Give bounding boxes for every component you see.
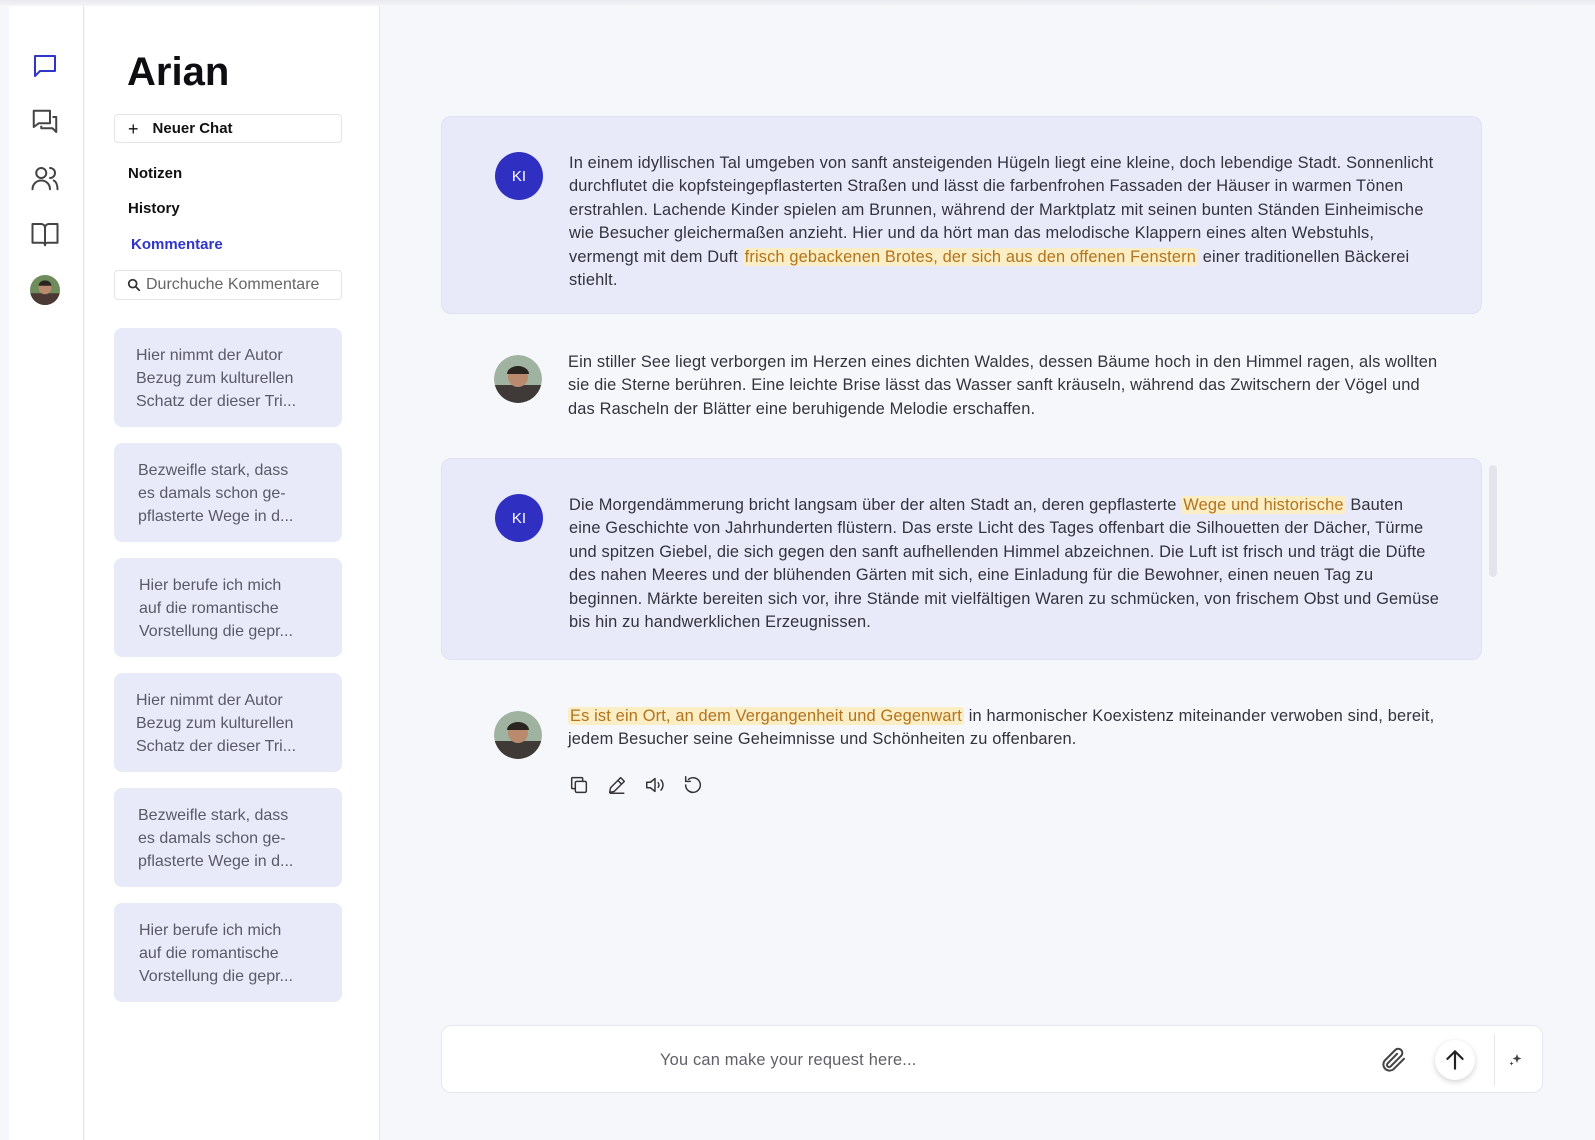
comment-search xyxy=(114,270,342,300)
new-chat-button[interactable]: + Neuer Chat xyxy=(114,114,342,143)
comment-line: Vorstellung die gepr... xyxy=(139,968,293,985)
comment-card[interactable]: Hier berufe ich mich auf die romantische… xyxy=(114,903,342,1002)
nav-item-history[interactable]: History xyxy=(128,200,180,217)
comment-line: Hier berufe ich mich xyxy=(139,577,282,594)
icon-rail xyxy=(9,6,84,1140)
comment-line: Vorstellung die gepr... xyxy=(139,623,293,640)
highlighted-passage[interactable]: frisch gebackenen Brotes, der sich aus d… xyxy=(742,247,1199,266)
user-message: Es ist ein Ort, an dem Vergangenheit und… xyxy=(441,688,1482,768)
comment-card[interactable]: Bezweifle stark, dass es damals schon ge… xyxy=(114,443,342,542)
comment-line: Bezug zum kulturellen xyxy=(136,715,294,732)
nav-item-kommentare[interactable]: Kommentare xyxy=(131,236,223,253)
comment-line: Hier nimmt der Autor xyxy=(136,692,283,709)
ai-avatar: KI xyxy=(495,494,543,542)
comment-search-input[interactable] xyxy=(146,276,341,294)
app-title: Arian xyxy=(127,50,230,94)
message-text: Ein stiller See liegt verborgen im Herze… xyxy=(568,353,1438,418)
comment-line: Schatz der dieser Tri... xyxy=(136,738,297,755)
user-avatar xyxy=(494,355,542,403)
user-message: Ein stiller See liegt verborgen im Herze… xyxy=(441,330,1482,450)
comment-line: Bezweifle stark, dass xyxy=(138,462,289,479)
comment-line: es damals schon ge- xyxy=(138,485,286,502)
comment-line: es damals schon ge- xyxy=(138,830,286,847)
comment-line: auf die romantische xyxy=(139,945,279,962)
comment-line: Hier berufe ich mich xyxy=(139,922,282,939)
message-actions xyxy=(568,774,704,796)
user-avatar[interactable] xyxy=(29,274,61,306)
new-chat-label: Neuer Chat xyxy=(152,120,233,137)
comment-line: auf die romantische xyxy=(139,600,279,617)
scrollbar-thumb[interactable] xyxy=(1489,465,1497,577)
comment-card[interactable]: Hier berufe ich mich auf die romantische… xyxy=(114,558,342,657)
ai-avatar: KI xyxy=(495,152,543,200)
composer-divider xyxy=(1494,1034,1495,1086)
sidebar: Arian + Neuer Chat Notizen History Komme… xyxy=(85,6,380,1140)
book-icon[interactable] xyxy=(29,218,61,250)
comment-card[interactable]: Bezweifle stark, dass es damals schon ge… xyxy=(114,788,342,887)
comment-line: Bezweifle stark, dass xyxy=(138,807,289,824)
search-icon xyxy=(127,278,141,292)
highlighted-passage[interactable]: Wege und historische xyxy=(1181,496,1346,514)
comment-line: Schatz der dieser Tri... xyxy=(136,393,297,410)
regenerate-icon[interactable] xyxy=(682,774,704,796)
comment-card[interactable]: Hier nimmt der Autor Bezug zum kulturell… xyxy=(114,328,342,427)
comment-line: Hier nimmt der Autor xyxy=(136,347,283,364)
message-text: Es ist ein Ort, an dem Vergangenheit und… xyxy=(568,707,1435,749)
edit-icon[interactable] xyxy=(606,774,628,796)
request-input[interactable] xyxy=(660,1048,1300,1072)
comment-line: pflasterte Wege in d... xyxy=(138,853,294,870)
ai-message: KI Die Morgendämmerung bricht langsam üb… xyxy=(441,458,1482,660)
send-button[interactable] xyxy=(1435,1040,1475,1080)
nav-item-notizen[interactable]: Notizen xyxy=(128,165,182,182)
highlighted-passage[interactable]: Es ist ein Ort, an dem Vergangenheit und… xyxy=(568,707,964,725)
plus-icon: + xyxy=(128,118,139,139)
comment-card[interactable]: Hier nimmt der Autor Bezug zum kulturell… xyxy=(114,673,342,772)
composer xyxy=(441,1025,1543,1093)
conversations-icon[interactable] xyxy=(29,106,61,138)
copy-icon[interactable] xyxy=(568,774,590,796)
paperclip-icon[interactable] xyxy=(1379,1045,1409,1075)
comment-line: pflasterte Wege in d... xyxy=(138,508,294,525)
speaker-icon[interactable] xyxy=(644,774,666,796)
message-text: Die Morgendämmerung bricht langsam über … xyxy=(569,496,1439,632)
send-arrow-icon xyxy=(1446,1050,1464,1070)
ai-message: KI In einem idyllischen Tal umgeben von … xyxy=(441,116,1482,314)
comment-line: Bezug zum kulturellen xyxy=(136,370,294,387)
message-text: In einem idyllischen Tal umgeben von san… xyxy=(569,154,1434,290)
sparkle-icon[interactable] xyxy=(1508,1052,1524,1068)
chat-bubble-icon[interactable] xyxy=(29,50,61,82)
user-avatar xyxy=(494,711,542,759)
users-icon[interactable] xyxy=(29,162,61,194)
